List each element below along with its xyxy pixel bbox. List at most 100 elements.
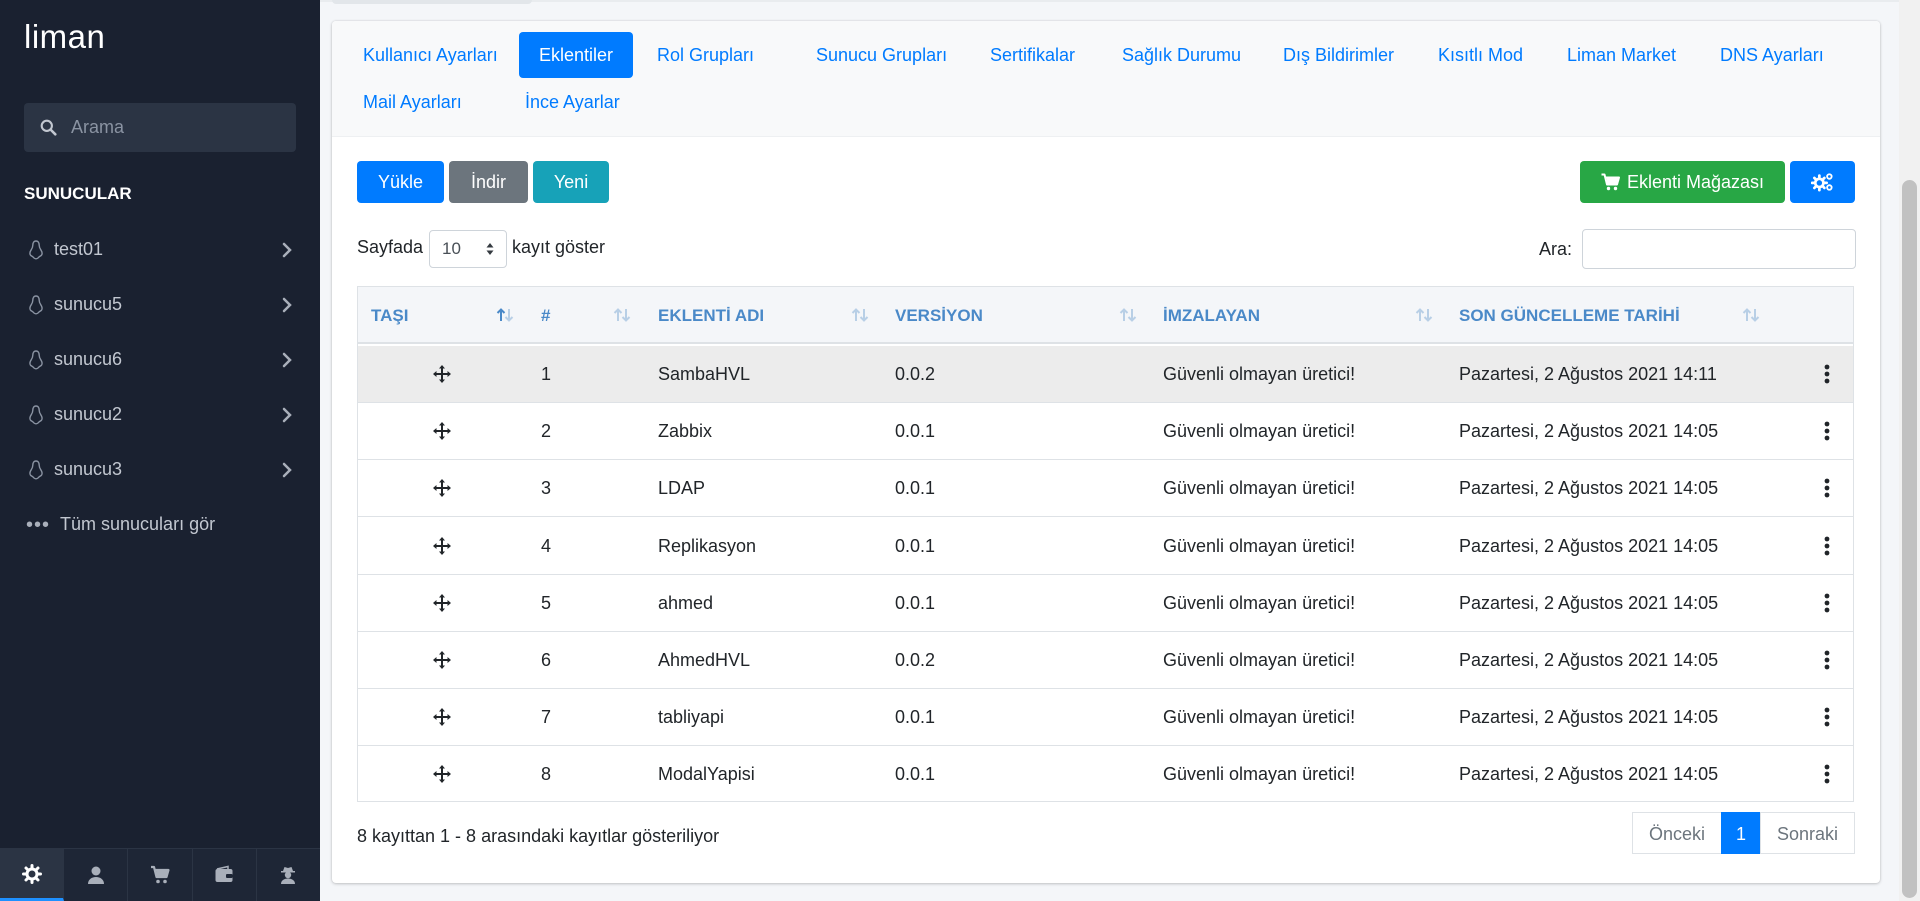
table-row: 7 tabliyapi 0.0.1 Güvenli olmayan üretici! P… bbox=[358, 689, 1853, 747]
cell-extension-name: SambaHVL bbox=[658, 364, 751, 384]
row-menu-icon[interactable] bbox=[1824, 763, 1830, 785]
move-arrows-icon[interactable] bbox=[433, 765, 451, 784]
tab-ince-ayarlar[interactable]: İnce Ayarlar bbox=[505, 79, 640, 125]
profile-button[interactable] bbox=[64, 849, 129, 901]
extension-store-button[interactable]: Eklenti Mağazası bbox=[1580, 161, 1785, 203]
server-item-sunucu6[interactable]: sunucu6 bbox=[0, 332, 320, 387]
cell-number: 3 bbox=[541, 478, 552, 499]
cell-updated: Pazartesi, 2 Ağustos 2021 14:05 bbox=[1459, 650, 1719, 670]
tab-rol-gruplari[interactable]: Rol Grupları bbox=[637, 32, 774, 78]
cell-updated: Pazartesi, 2 Ağustos 2021 14:05 bbox=[1459, 592, 1719, 613]
linux-icon bbox=[29, 349, 43, 370]
sort-icon[interactable] bbox=[1119, 308, 1137, 322]
move-arrows-icon[interactable] bbox=[433, 536, 451, 555]
page-size-select[interactable]: 10 bbox=[429, 230, 507, 268]
row-menu-icon[interactable] bbox=[1824, 535, 1830, 557]
cell-updated: Pazartesi, 2 Ağustos 2021 14:05 bbox=[1459, 707, 1719, 728]
cart-icon bbox=[1601, 173, 1620, 191]
tab-dns-ayarlari[interactable]: DNS Ayarları bbox=[1700, 32, 1844, 78]
server-item-test01[interactable]: test01 bbox=[0, 222, 320, 277]
market-button[interactable] bbox=[128, 849, 193, 901]
table-header: TAŞI # EKLENTİ ADI VERSİYON İMZALAYAN SO… bbox=[358, 287, 1853, 344]
app-logo[interactable]: liman bbox=[24, 18, 105, 56]
cell-version: 0.0.2 bbox=[895, 364, 936, 384]
cell-signer: Güvenli olmayan üretici! bbox=[1163, 707, 1356, 728]
settings-button[interactable] bbox=[0, 849, 65, 901]
table-row: 2 Zabbix 0.0.1 Güvenli olmayan üretici! Paza… bbox=[358, 403, 1853, 461]
table-row: 3 LDAP 0.0.1 Güvenli olmayan üretici! Pazart… bbox=[358, 460, 1853, 518]
move-arrows-icon[interactable] bbox=[433, 422, 451, 441]
upload-button[interactable]: Yükle bbox=[357, 161, 444, 203]
row-menu-icon[interactable] bbox=[1824, 706, 1830, 728]
move-arrows-icon[interactable] bbox=[433, 479, 451, 498]
tabs-header: Kullanıcı Ayarları Eklentiler Rol Grupla… bbox=[332, 21, 1880, 137]
all-servers-label: Tüm sunucuları gör bbox=[60, 514, 216, 534]
server-item-sunucu5[interactable]: sunucu5 bbox=[0, 277, 320, 332]
column-header-signer[interactable]: İMZALAYAN bbox=[1163, 287, 1260, 344]
cell-updated: Pazartesi, 2 Ağustos 2021 14:05 bbox=[1459, 478, 1719, 499]
column-header-name[interactable]: EKLENTİ ADI bbox=[658, 287, 764, 344]
row-menu-icon[interactable] bbox=[1824, 477, 1830, 499]
move-arrows-icon[interactable] bbox=[433, 651, 451, 669]
all-servers-link[interactable]: ••• Tüm sunucuları gör bbox=[0, 497, 320, 552]
tab-liman-market[interactable]: Liman Market bbox=[1547, 32, 1696, 78]
server-item-sunucu2[interactable]: sunucu2 bbox=[0, 387, 320, 442]
cell-number: 7 bbox=[541, 707, 552, 728]
tab-eklentiler[interactable]: Eklentiler bbox=[519, 32, 634, 78]
cell-updated: Pazartesi, 2 Ağustos 2021 14:05 bbox=[1459, 421, 1719, 442]
column-header-move[interactable]: TAŞI bbox=[371, 287, 408, 344]
cell-number: 5 bbox=[541, 592, 552, 613]
cell-extension-name: Zabbix bbox=[658, 421, 713, 442]
prev-page-button[interactable]: Önceki bbox=[1632, 812, 1722, 854]
extension-settings-button[interactable] bbox=[1790, 161, 1855, 203]
sort-asc-icon[interactable] bbox=[496, 308, 514, 322]
tab-kullanici-ayarlari[interactable]: Kullanıcı Ayarları bbox=[343, 32, 518, 78]
column-header-updated[interactable]: SON GÜNCELLEME TARİHİ bbox=[1459, 287, 1680, 344]
move-arrows-icon[interactable] bbox=[433, 365, 451, 383]
wallet-button[interactable] bbox=[193, 849, 257, 901]
page-size-suffix: kayıt göster bbox=[512, 237, 606, 257]
tab-sertifikalar[interactable]: Sertifikalar bbox=[970, 32, 1095, 78]
tab-sunucu-gruplari[interactable]: Sunucu Grupları bbox=[796, 32, 967, 78]
download-button[interactable]: İndir bbox=[449, 161, 528, 203]
move-arrows-icon[interactable] bbox=[433, 593, 451, 612]
cell-updated: Pazartesi, 2 Ağustos 2021 14:11 bbox=[1459, 364, 1717, 384]
vault-button[interactable] bbox=[257, 849, 320, 901]
sort-icon[interactable] bbox=[851, 308, 869, 322]
sidebar-search-input[interactable] bbox=[71, 117, 291, 138]
tab-saglik-durumu[interactable]: Sağlık Durumu bbox=[1102, 32, 1261, 78]
row-menu-icon[interactable] bbox=[1824, 420, 1830, 442]
user-icon bbox=[87, 866, 104, 884]
table-search-input[interactable] bbox=[1582, 229, 1856, 269]
server-name: sunucu6 bbox=[54, 349, 123, 369]
sort-icon[interactable] bbox=[613, 308, 631, 322]
page-1-button[interactable]: 1 bbox=[1721, 812, 1761, 854]
move-arrows-icon[interactable] bbox=[433, 708, 451, 727]
chevron-right-icon bbox=[282, 297, 292, 312]
table-info: 8 kayıttan 1 - 8 arasındaki kayıtlar gös… bbox=[357, 826, 720, 846]
server-item-sunucu3[interactable]: sunucu3 bbox=[0, 442, 320, 497]
table-row: 8 ModalYapisi 0.0.1 Güvenli olmayan üretici… bbox=[358, 746, 1853, 803]
row-menu-icon[interactable] bbox=[1824, 649, 1830, 671]
sidebar-search[interactable] bbox=[24, 103, 296, 152]
tab-dis-bildirimler[interactable]: Dış Bildirimler bbox=[1263, 32, 1414, 78]
server-name: sunucu3 bbox=[54, 459, 123, 479]
sort-icon[interactable] bbox=[1415, 308, 1433, 322]
cell-version: 0.0.1 bbox=[895, 764, 936, 785]
tab-mail-ayarlari[interactable]: Mail Ayarları bbox=[343, 79, 482, 125]
cell-version: 0.0.1 bbox=[895, 535, 936, 556]
column-header-version[interactable]: VERSİYON bbox=[895, 287, 983, 344]
tab-kisitli-mod[interactable]: Kısıtlı Mod bbox=[1418, 32, 1543, 78]
next-page-button[interactable]: Sonraki bbox=[1760, 812, 1855, 854]
servers-section-title: SUNUCULAR bbox=[24, 184, 132, 203]
table-row: 4 Replikasyon 0.0.1 Güvenli olmayan üretici… bbox=[358, 518, 1853, 575]
cell-extension-name: Replikasyon bbox=[658, 535, 757, 556]
sort-icon[interactable] bbox=[1742, 308, 1760, 322]
new-button[interactable]: Yeni bbox=[533, 161, 609, 203]
cell-extension-name: tabliyapi bbox=[658, 707, 725, 728]
scrollbar-thumb[interactable] bbox=[1902, 180, 1917, 898]
row-menu-icon[interactable] bbox=[1824, 363, 1830, 385]
chevron-right-icon bbox=[282, 462, 292, 477]
column-header-number[interactable]: # bbox=[541, 287, 550, 344]
row-menu-icon[interactable] bbox=[1824, 592, 1830, 614]
